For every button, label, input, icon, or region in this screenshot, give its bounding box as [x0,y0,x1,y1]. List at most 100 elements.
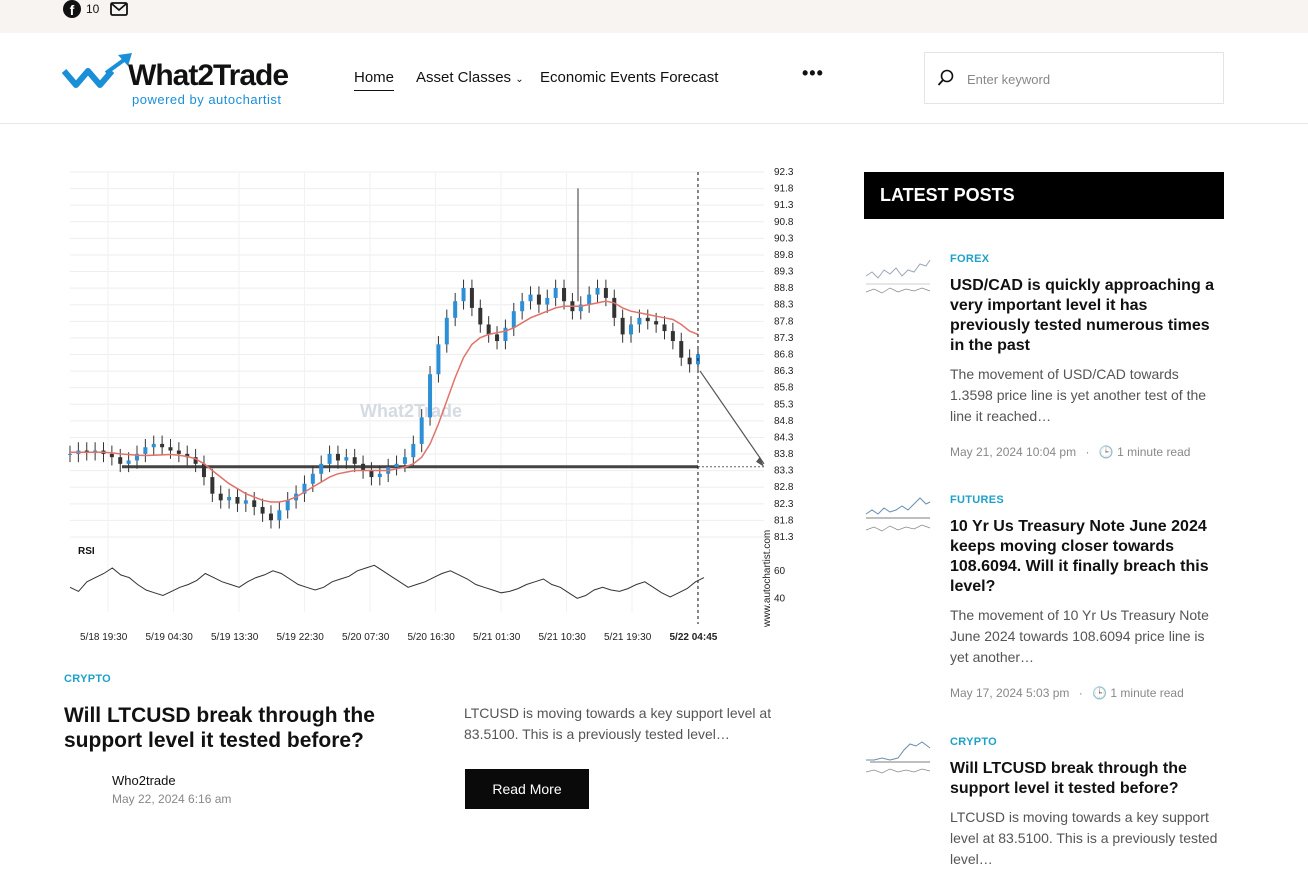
post-thumbnail[interactable] [864,494,932,538]
candle-body [352,457,357,464]
nav-asset-classes-label: Asset Classes [416,69,512,86]
candle-body [361,463,366,471]
read-more-button[interactable]: Read More [465,769,589,809]
x-tick-label: 5/19 22:30 [277,632,325,643]
x-tick-label: 5/19 13:30 [211,632,259,643]
search-icon[interactable] [937,69,955,87]
y-tick-label: 89.3945 [774,267,794,278]
candle-body [486,324,491,335]
top-bar: f 10 [0,0,1308,33]
y-tick-label: 91.3945 [774,200,794,211]
y-tick-label: 84.8945 [774,416,794,427]
post-meta: May 21, 2024 10:04 pm · 🕒 1 minute read [950,445,1191,459]
candle-body [109,453,114,458]
candle-body [235,496,240,504]
facebook-icon[interactable]: f [63,0,81,18]
candle-body [126,460,131,464]
mail-icon[interactable] [110,1,128,17]
post-date: May 21, 2024 10:04 pm [950,445,1077,459]
post-title[interactable]: Will LTCUSD break through the support le… [950,759,1225,799]
y-tick-label: 85.3945 [774,399,794,410]
y-tick-label: 81.8945 [774,515,794,526]
candle-body [545,297,550,305]
x-tick-label: 5/19 04:30 [146,632,194,643]
y-tick-label: 92.3945 [774,167,794,178]
candle-body [319,463,324,474]
candle-body [453,301,458,318]
nav-asset-classes[interactable]: Asset Classes ⌄ [416,69,524,86]
search-box [924,52,1224,104]
candle-body [436,344,441,375]
y-tick-label: 86.8945 [774,350,794,361]
y-tick-label: 84.3945 [774,432,794,443]
rsi-label: RSI [78,546,95,557]
x-tick-label: 5/21 19:30 [604,632,652,643]
y-tick-label: 90.3945 [774,233,794,244]
post-category[interactable]: FUTURES [950,494,1004,506]
y-tick-label: 87.8945 [774,316,794,327]
y-tick-label: 91.8945 [774,184,794,195]
candle-body [603,287,608,298]
author-name[interactable]: Who2trade [112,773,176,788]
main-post-title[interactable]: Will LTCUSD break through the support le… [64,703,424,753]
post-date: May 22, 2024 6:16 am [112,792,232,806]
post-thumbnail[interactable] [864,736,932,780]
post-category[interactable]: CRYPTO [950,736,997,748]
candle-body [495,334,500,342]
candle-body [520,301,525,312]
candle-body [310,473,315,484]
post-category[interactable]: FOREX [950,253,989,265]
candle-body [243,500,248,504]
candle-body [227,496,232,501]
y-tick-label: 88.8945 [774,283,794,294]
candle-body [679,341,684,358]
rsi-tick-label: 40 [774,593,786,604]
candle-body [444,317,449,345]
candle-body [218,493,223,501]
candle-body [511,311,516,328]
post-excerpt: The movement of 10 Yr Us Treasury Note J… [950,607,1209,665]
y-tick-label: 88.3945 [774,300,794,311]
y-tick-label: 81.3945 [774,532,794,543]
candle-body [419,417,424,444]
search-input[interactable] [967,66,1207,92]
post-thumbnail[interactable] [864,254,932,298]
candle-body [461,287,466,302]
main-post-excerpt: LTCUSD is moving towards a key support l… [464,705,772,742]
projection-arrow [699,370,765,465]
logo-tagline: powered by autochartist [132,92,282,107]
candle-body [118,457,123,464]
nav-economic-events[interactable]: Economic Events Forecast [540,69,718,86]
nav-home[interactable]: Home [354,69,395,91]
candle-body [670,331,675,342]
x-tick-label: 5/21 01:30 [473,632,521,643]
candle-body [612,297,617,318]
x-tick-label: 5/20 16:30 [408,632,456,643]
candle-body [335,453,340,461]
post-title[interactable]: USD/CAD is quickly approaching a very im… [950,276,1225,356]
candle-body [151,443,156,448]
main-post-category[interactable]: CRYPTO [64,673,111,685]
post-title[interactable]: 10 Yr Us Treasury Note June 2024 keeps m… [950,517,1225,597]
candle-body [595,287,600,295]
candle-body [662,324,667,332]
candle-body [645,317,650,322]
candle-body [562,287,567,302]
candle-body [68,453,72,455]
logo-text: What2Trade [128,59,289,92]
candle-body [394,463,399,468]
site-logo[interactable]: What2Trade powered by autochartist [62,49,322,109]
y-tick-label: 83.8945 [774,449,794,460]
candle-body [402,457,407,464]
candle-body [377,473,382,478]
candle-body [654,321,659,325]
candle-body [587,294,592,305]
candle-body [536,294,541,305]
candle-body [344,457,349,461]
x-tick-label: 5/20 07:30 [342,632,390,643]
candle-body [143,447,148,454]
nav-more-button[interactable]: ••• [802,63,824,84]
y-tick-label: 85.8945 [774,383,794,394]
x-tick-label: 5/18 19:30 [80,632,128,643]
candle-body [285,500,290,511]
